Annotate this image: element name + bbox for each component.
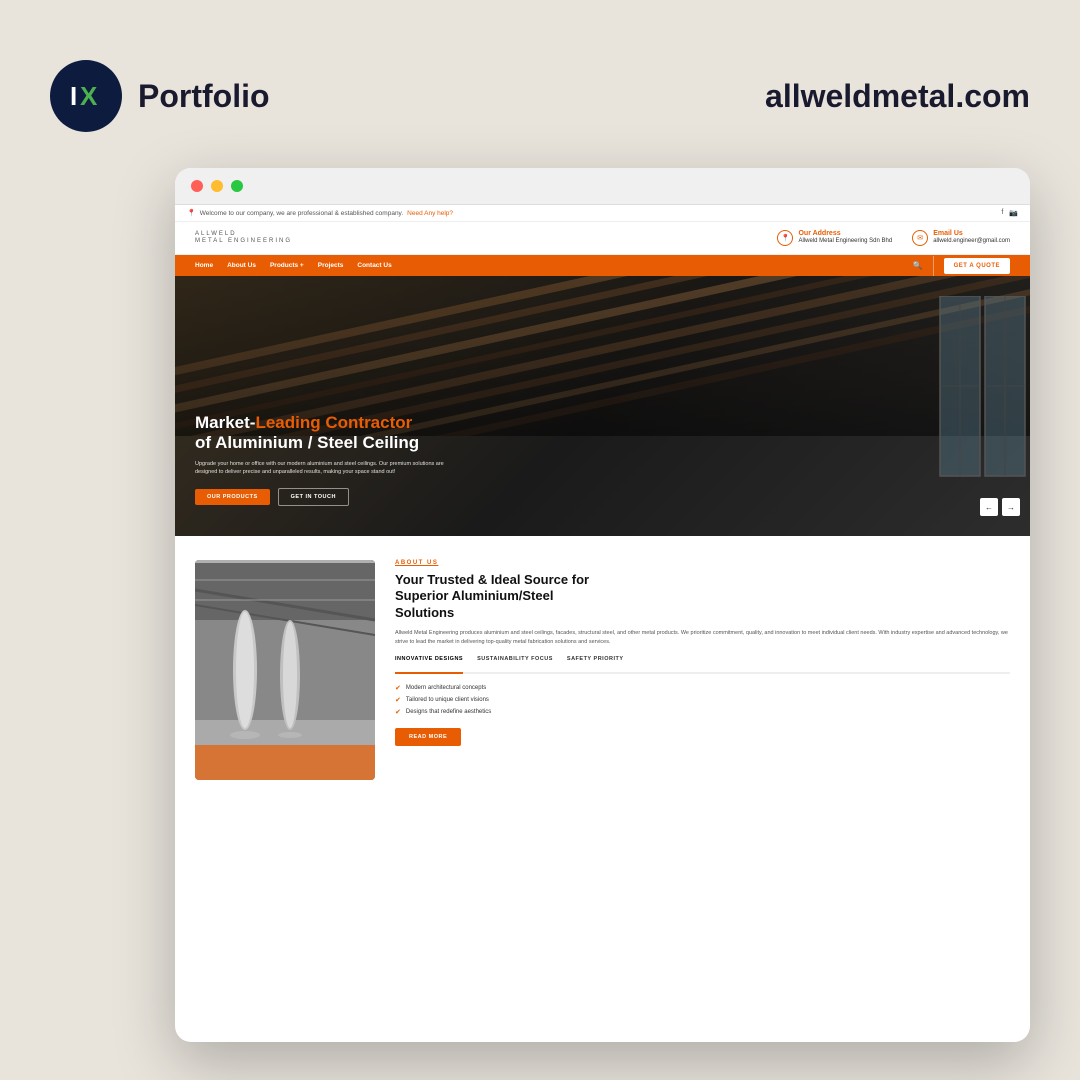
- email-info: ✉ Email Us allweld.engineer@gmail.com: [912, 230, 1010, 246]
- search-icon[interactable]: 🔍: [913, 261, 923, 270]
- ix-logo-circle: I X: [50, 60, 122, 132]
- hero-title: Market-Leading Contractor of Aluminium /…: [195, 413, 910, 454]
- logo-name: ALLWELD: [195, 231, 292, 238]
- logo-sub: METAL ENGINEERING: [195, 238, 292, 245]
- ix-logo-icon: I X: [66, 76, 106, 116]
- hero-title-end: of Aluminium / Steel Ceiling: [195, 433, 419, 452]
- check-label-1: Modern architectural concepts: [406, 685, 486, 691]
- address-value: Allweld Metal Engineering Sdn Bhd: [798, 237, 892, 245]
- info-bar-link[interactable]: Need Any help?: [407, 210, 453, 217]
- browser-dot-3: [231, 180, 243, 192]
- info-bar: 📍 Welcome to our company, we are profess…: [175, 205, 1030, 222]
- slider-prev-button[interactable]: ←: [980, 498, 998, 516]
- email-text-block: Email Us allweld.engineer@gmail.com: [933, 230, 1010, 245]
- nav-right: 🔍 GET A QUOTE: [913, 256, 1010, 276]
- about-label: ABOUT US: [395, 560, 1010, 566]
- browser-chrome: [175, 168, 1030, 205]
- nav-contact[interactable]: Contact Us: [357, 262, 391, 269]
- email-label: Email Us: [933, 230, 1010, 237]
- about-title: Your Trusted & Ideal Source for Superior…: [395, 572, 1010, 621]
- check-item-2: ✔ Tailored to unique client visions: [395, 696, 1010, 704]
- email-icon: ✉: [912, 230, 928, 246]
- site-header: ALLWELD METAL ENGINEERING 📍 Our Address …: [175, 222, 1030, 255]
- hero-title-highlight: Leading Contractor: [255, 413, 412, 432]
- nav-projects[interactable]: Projects: [318, 262, 344, 269]
- address-label: Our Address: [798, 230, 892, 237]
- check-item-1: ✔ Modern architectural concepts: [395, 684, 1010, 692]
- check-icon-1: ✔: [395, 684, 401, 692]
- about-title-line2: Superior Aluminium/Steel: [395, 588, 553, 603]
- address-text-block: Our Address Allweld Metal Engineering Sd…: [798, 230, 892, 245]
- svg-text:X: X: [80, 81, 98, 111]
- email-value: allweld.engineer@gmail.com: [933, 237, 1010, 245]
- slider-next-button[interactable]: →: [1002, 498, 1020, 516]
- browser-dot-1: [191, 180, 203, 192]
- tab-innovative-designs[interactable]: INNOVATIVE DESIGNS: [395, 656, 463, 674]
- domain-label: allweldmetal.com: [765, 78, 1030, 115]
- tab-safety[interactable]: SAFETY PRIORITY: [567, 656, 624, 666]
- about-title-line1: Your Trusted & Ideal Source for: [395, 572, 589, 587]
- check-label-2: Tailored to unique client visions: [406, 697, 489, 703]
- about-image: [195, 560, 375, 780]
- hero-buttons: OUR PRODUCTS GET IN TOUCH: [195, 488, 910, 506]
- check-icon-2: ✔: [395, 696, 401, 704]
- read-more-button[interactable]: READ MORE: [395, 728, 461, 746]
- website-content: 📍 Welcome to our company, we are profess…: [175, 205, 1030, 1039]
- browser-mockup: 📍 Welcome to our company, we are profess…: [175, 168, 1030, 1042]
- about-content: ABOUT US Your Trusted & Ideal Source for…: [395, 560, 1010, 780]
- site-logo-area: ALLWELD METAL ENGINEERING: [195, 231, 292, 244]
- nav-divider: [933, 256, 934, 276]
- portfolio-label: Portfolio: [138, 78, 270, 115]
- about-image-svg: [195, 560, 375, 780]
- facebook-icon[interactable]: f: [1001, 209, 1003, 217]
- address-info: 📍 Our Address Allweld Metal Engineering …: [777, 230, 892, 246]
- tab-sustainability[interactable]: SUSTAINABILITY FOCUS: [477, 656, 553, 666]
- our-products-button[interactable]: OUR PRODUCTS: [195, 489, 270, 505]
- browser-dot-2: [211, 180, 223, 192]
- nav-links: Home About Us Products + Projects Contac…: [195, 255, 392, 276]
- check-label-3: Designs that redefine aesthetics: [406, 709, 491, 715]
- svg-text:I: I: [70, 81, 77, 111]
- check-item-3: ✔ Designs that redefine aesthetics: [395, 708, 1010, 716]
- nav-home[interactable]: Home: [195, 262, 213, 269]
- hero-title-start: Market-: [195, 413, 255, 432]
- instagram-icon[interactable]: 📷: [1009, 209, 1018, 217]
- hero-description: Upgrade your home or office with our mod…: [195, 460, 455, 477]
- slider-controls: ← →: [980, 498, 1020, 516]
- about-section: ABOUT US Your Trusted & Ideal Source for…: [175, 536, 1030, 804]
- address-icon: 📍: [777, 230, 793, 246]
- check-icon-3: ✔: [395, 708, 401, 716]
- info-bar-social: f 📷: [1001, 209, 1018, 217]
- nav-products[interactable]: Products +: [270, 262, 304, 269]
- info-bar-message: Welcome to our company, we are professio…: [200, 210, 403, 217]
- hero-section: Market-Leading Contractor of Aluminium /…: [175, 276, 1030, 536]
- site-logo: ALLWELD METAL ENGINEERING: [195, 231, 292, 244]
- logo-area: I X Portfolio: [50, 60, 270, 132]
- hero-content: Market-Leading Contractor of Aluminium /…: [195, 413, 910, 506]
- get-in-touch-button[interactable]: GET IN TOUCH: [278, 488, 349, 506]
- about-tabs: INNOVATIVE DESIGNS SUSTAINABILITY FOCUS …: [395, 656, 1010, 674]
- info-bar-left: 📍 Welcome to our company, we are profess…: [187, 209, 453, 217]
- about-title-line3: Solutions: [395, 605, 454, 620]
- about-checklist: ✔ Modern architectural concepts ✔ Tailor…: [395, 684, 1010, 716]
- site-nav: Home About Us Products + Projects Contac…: [175, 255, 1030, 276]
- about-description: Allweld Metal Engineering produces alumi…: [395, 629, 1010, 647]
- top-bar: I X Portfolio allweldmetal.com: [50, 60, 1030, 132]
- header-info: 📍 Our Address Allweld Metal Engineering …: [777, 230, 1010, 246]
- get-quote-button[interactable]: GET A QUOTE: [944, 258, 1010, 274]
- nav-about[interactable]: About Us: [227, 262, 256, 269]
